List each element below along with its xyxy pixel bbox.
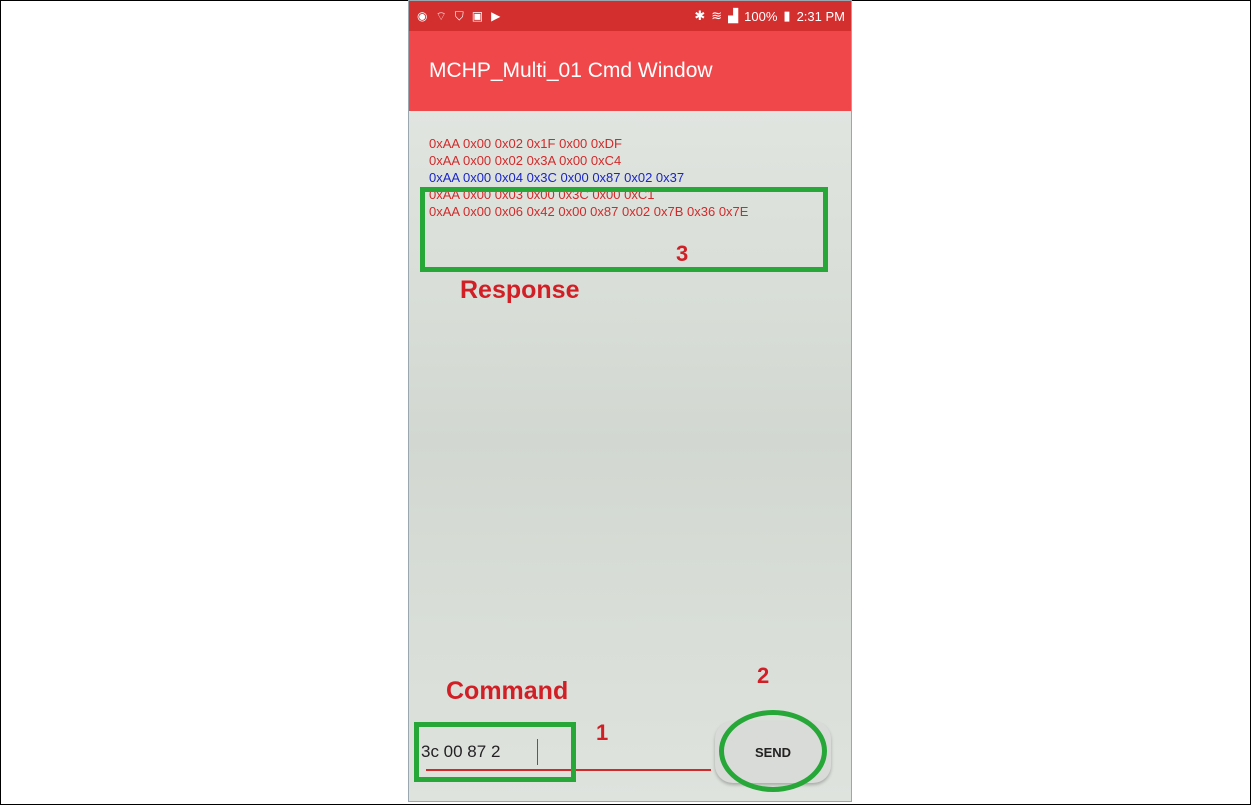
log-line: 0xAA 0x00 0x02 0x1F 0x00 0xDF xyxy=(429,136,622,151)
status-bar: ◉ ⌔ ⛉ ▣ ▶ ✱ ≋ ▟ 100% ▮ 2:31 PM xyxy=(409,1,851,31)
wifi-icon: ≋ xyxy=(711,8,723,23)
status-left-icons: ◉ ⌔ ⛉ ▣ ▶ xyxy=(417,9,500,24)
bluetooth-icon: ✱ xyxy=(694,8,706,23)
log-line: 0xAA 0x00 0x02 0x3A 0x00 0xC4 xyxy=(429,153,622,168)
battery-percent: 100% xyxy=(744,8,778,24)
play-store-icon: ▶ xyxy=(491,9,501,23)
marker-3: 3 xyxy=(676,241,689,266)
response-annotation: Response xyxy=(460,276,580,304)
signal-icon: ▟ xyxy=(728,8,739,23)
marker-2: 2 xyxy=(757,663,770,688)
log-line: 0xAA 0x00 0x04 0x3C 0x00 0x87 0x02 0x37 xyxy=(429,170,685,185)
marker-1: 1 xyxy=(596,720,609,745)
clipboard-icon: ▣ xyxy=(471,9,484,23)
battery-icon: ▮ xyxy=(783,8,791,23)
command-annotation: Command xyxy=(446,677,569,705)
clock: 2:31 PM xyxy=(796,8,845,24)
wifi-calling-icon: ⌔ xyxy=(435,8,447,23)
page-title: MCHP_Multi_01 Cmd Window xyxy=(429,59,713,82)
shield-icon: ⛉ xyxy=(454,8,464,23)
send-highlight-ellipse xyxy=(719,710,827,792)
response-highlight-box xyxy=(420,187,828,272)
compass-icon: ◉ xyxy=(417,9,428,23)
command-highlight-box xyxy=(414,722,576,782)
app-bar: MCHP_Multi_01 Cmd Window xyxy=(409,31,851,111)
status-right: ✱ ≋ ▟ 100% ▮ 2:31 PM xyxy=(694,8,845,24)
